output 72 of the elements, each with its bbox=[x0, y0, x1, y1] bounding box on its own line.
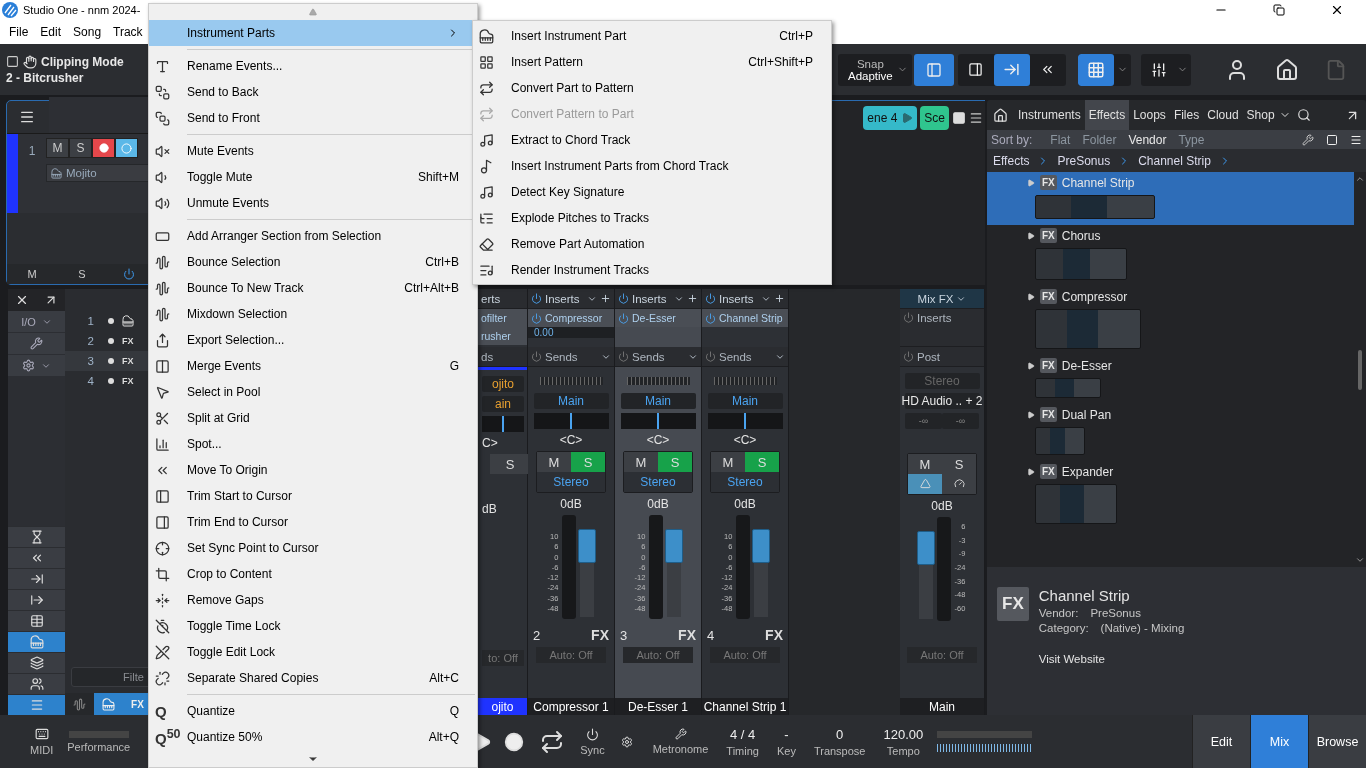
transport-label: Transpose bbox=[813, 744, 866, 757]
channel-type: FX bbox=[591, 627, 609, 643]
volume-value: dB bbox=[482, 502, 497, 516]
inserts-label: Inserts bbox=[719, 292, 754, 305]
fx-tag: FX bbox=[122, 356, 134, 366]
pan-value: C> bbox=[482, 436, 498, 450]
solo-label: S bbox=[77, 268, 87, 280]
fx-badge: FX bbox=[997, 587, 1029, 621]
volume-value: 0dB bbox=[734, 497, 756, 511]
insert-value: 0.00 bbox=[528, 327, 614, 338]
track-number: 1 bbox=[27, 143, 37, 160]
channel-name: Channel Strip 1 bbox=[702, 698, 788, 715]
inserts-header: erts bbox=[478, 289, 527, 309]
mute-label: M bbox=[26, 268, 38, 280]
plugin-name: Expander bbox=[1061, 464, 1114, 479]
inserts-header: Inserts bbox=[900, 309, 984, 347]
plugin-name: De-Esser bbox=[1061, 358, 1112, 373]
peak-value: -∞ bbox=[942, 413, 979, 429]
channel-name: Main bbox=[900, 698, 984, 715]
channel-number: 3 bbox=[620, 627, 628, 643]
fx-badge: FX bbox=[1040, 464, 1057, 479]
volume-value: 0dB bbox=[647, 497, 669, 511]
volume-value: 0dB bbox=[560, 497, 582, 511]
plugin-title: Channel Strip bbox=[1038, 587, 1131, 604]
vendor-value: PreSonus bbox=[1090, 607, 1141, 619]
midi-label: MIDI bbox=[30, 744, 54, 756]
transport-label: Tempo bbox=[886, 744, 920, 757]
fx-badge: FX bbox=[1040, 289, 1057, 304]
channel-number: 2 bbox=[533, 627, 541, 643]
fx-tag: FX bbox=[122, 376, 134, 386]
channel-name: Compressor 1 bbox=[528, 698, 614, 715]
plugin-name: Dual Pan bbox=[1061, 407, 1112, 422]
fx-badge: FX bbox=[1040, 407, 1057, 422]
mode-label: Clipping Mode bbox=[41, 54, 124, 69]
channel-name: ojito bbox=[478, 698, 527, 715]
fx-badge: FX bbox=[1040, 228, 1057, 243]
metronome-label: Metronome bbox=[652, 743, 709, 755]
transport-label: Timing bbox=[726, 744, 759, 757]
inserts-label: Inserts bbox=[545, 292, 580, 305]
sync-label: Sync bbox=[580, 743, 605, 756]
fx-badge: FX bbox=[1040, 175, 1057, 190]
plugin-name: Compressor bbox=[1061, 289, 1128, 304]
post-header: Post bbox=[900, 347, 984, 367]
pan-value: <C> bbox=[559, 433, 583, 447]
sends-label: Sends bbox=[719, 350, 752, 363]
vendor-label: Vendor: bbox=[1038, 607, 1079, 619]
fx-tag: FX bbox=[122, 336, 134, 346]
pan-value: <C> bbox=[646, 433, 670, 447]
pan-value: <C> bbox=[733, 433, 757, 447]
plugin-name: Channel Strip bbox=[1061, 175, 1135, 190]
peak-value: -∞ bbox=[905, 413, 942, 429]
performance-label: Performance bbox=[67, 740, 131, 753]
track-name: 2 - Bitcrusher bbox=[6, 70, 85, 85]
channel-type: FX bbox=[678, 627, 696, 643]
channel-number: 4 bbox=[707, 627, 715, 643]
inserts-label: Inserts bbox=[632, 292, 667, 305]
quantize-icon: Q bbox=[155, 702, 167, 720]
volume-value: 0dB bbox=[931, 499, 953, 513]
sends-label: Sends bbox=[632, 350, 665, 363]
channel-type: FX bbox=[765, 627, 783, 643]
quantize-icon: Q$^{50}$ bbox=[155, 727, 181, 747]
category-value: (Native) - Mixing bbox=[1100, 622, 1185, 634]
category-label: Category: bbox=[1038, 622, 1089, 634]
mix-fx-header: Mix FX bbox=[900, 289, 984, 309]
sort-label: Sort by: bbox=[991, 132, 1033, 147]
sends-label: Sends bbox=[545, 350, 578, 363]
transport-label: Key bbox=[776, 744, 796, 757]
plugin-name: Chorus bbox=[1061, 228, 1101, 243]
fx-badge: FX bbox=[1040, 358, 1057, 373]
sends-header: ds bbox=[478, 347, 527, 367]
window-title: Studio One - nnm 2024- bbox=[23, 4, 141, 16]
channel-name: De-Esser 1 bbox=[615, 698, 701, 715]
